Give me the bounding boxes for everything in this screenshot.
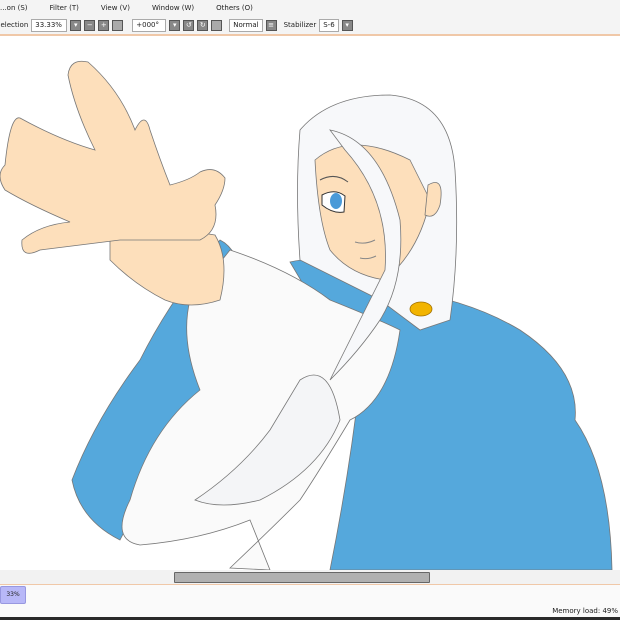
toolbar: Selection 33.33% ▾ − + +000° ▾ ↺ ↻ Norma… <box>0 16 620 36</box>
zoom-in-icon[interactable]: + <box>98 19 110 31</box>
artwork <box>0 60 613 570</box>
menu-filter[interactable]: Filter (T) <box>50 4 91 12</box>
brooch <box>409 301 433 317</box>
rotation-dropdown-button[interactable]: ▾ <box>169 19 181 31</box>
rotation-reset-icon[interactable] <box>211 19 223 31</box>
rotate-left-icon[interactable]: ↺ <box>183 19 195 31</box>
menu-view[interactable]: View (V) <box>101 4 142 12</box>
hand <box>0 60 226 254</box>
status-bar: 33% Memory load: 49% <box>0 585 620 617</box>
rotate-right-icon[interactable]: ↻ <box>197 19 209 31</box>
menu-others[interactable]: Others (O) <box>216 4 265 12</box>
canvas-tab[interactable]: 33% <box>0 586 26 604</box>
zoom-dropdown-button[interactable]: ▾ <box>70 19 82 31</box>
zoom-out-icon[interactable]: − <box>84 19 96 31</box>
menu-bar: ...on (S) Filter (T) View (V) Window (W)… <box>0 0 620 16</box>
flip-icon[interactable]: ≡ <box>265 19 277 31</box>
zoom-reset-icon[interactable] <box>112 19 124 31</box>
rotation-field[interactable]: +000° <box>132 18 167 32</box>
stabilizer-dropdown-button[interactable]: ▾ <box>341 19 353 31</box>
arm <box>109 229 225 306</box>
zoom-field[interactable]: 33.33% <box>31 18 68 32</box>
menu-selection[interactable]: ...on (S) <box>0 4 40 12</box>
stabilizer-field[interactable]: S-6 <box>319 18 339 32</box>
menu-window[interactable]: Window (W) <box>152 4 206 12</box>
memory-load: Memory load: 49% <box>552 607 618 615</box>
blend-mode-field[interactable]: Normal <box>229 18 263 32</box>
scrollbar-thumb[interactable] <box>174 572 430 583</box>
stabilizer-label: Stabilizer <box>283 21 317 29</box>
drawing-canvas[interactable] <box>0 36 620 570</box>
selection-label: Selection <box>0 21 29 29</box>
horizontal-scrollbar[interactable] <box>0 570 620 585</box>
